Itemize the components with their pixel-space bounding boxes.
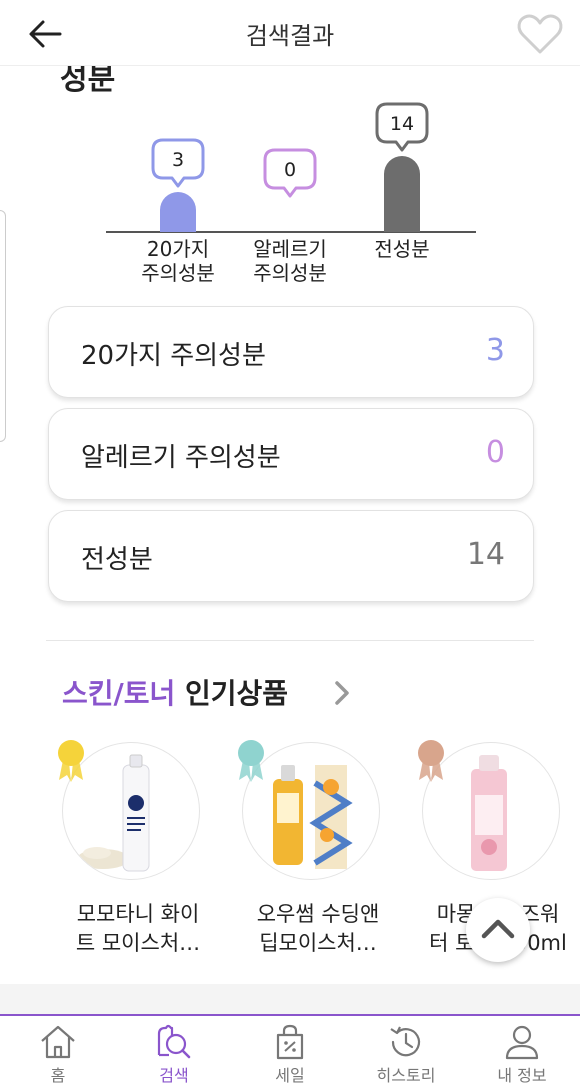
all-ingredients-card[interactable]: 전성분 14 <box>48 510 534 602</box>
chart-data-label: 0 <box>284 159 296 181</box>
card-label: 알레르기 주의성분 <box>81 443 281 473</box>
popular-section-title[interactable]: 스킨/토너 인기상품 <box>62 672 288 712</box>
product-name: 모모타니 화이 트 모이스처… <box>58 900 218 958</box>
chart-category-label: 20가지 <box>147 237 209 261</box>
bottom-navigation: 홈 검색 세일 히스토리 내 정보 <box>0 1014 580 1085</box>
nav-label: 세일 <box>275 1066 305 1085</box>
chevron-up-icon <box>481 919 515 939</box>
product-name-line: 딥모이스처… <box>259 931 377 955</box>
scroll-to-top-button[interactable] <box>466 898 530 962</box>
card-count: 3 <box>485 333 505 368</box>
chart-category-label: 전성분 <box>374 237 429 261</box>
nav-label: 히스토리 <box>376 1066 436 1085</box>
chart-category-label: 알레르기 <box>253 237 327 261</box>
card-label: 전성분 <box>81 545 153 575</box>
card-count: 14 <box>466 537 505 572</box>
divider <box>46 640 534 641</box>
nav-label: 홈 <box>50 1066 66 1085</box>
bronze-medal-icon <box>418 740 444 782</box>
product-name: 오우썸 수딩앤 딥모이스처… <box>238 900 398 958</box>
nav-sale[interactable]: 세일 <box>232 1016 348 1085</box>
user-icon <box>505 1025 539 1060</box>
gold-medal-icon <box>58 740 84 782</box>
home-icon <box>41 1025 75 1059</box>
chart-data-label: 3 <box>172 149 184 171</box>
product-name-line: 트 모이스처… <box>75 931 201 955</box>
nav-label: 내 정보 <box>497 1066 547 1085</box>
page-title: 검색결과 <box>245 22 335 50</box>
product-name-line: 모모타니 화이 <box>76 902 200 926</box>
ingredient-chart: 320가지주의성분0알레르기주의성분14전성분 <box>106 102 476 285</box>
chart-bar <box>160 192 196 232</box>
card-label: 20가지 주의성분 <box>81 341 266 371</box>
edge-drawer-handle[interactable] <box>0 210 6 442</box>
chart-category-label: 주의성분 <box>253 261 327 285</box>
caution-20-card[interactable]: 20가지 주의성분 3 <box>48 306 534 398</box>
sale-bag-icon <box>276 1024 304 1060</box>
chart-data-label: 14 <box>390 113 414 135</box>
history-icon <box>390 1026 421 1057</box>
section-spacer <box>0 984 580 1014</box>
nav-home[interactable]: 홈 <box>0 1016 116 1085</box>
heart-outline-icon[interactable] <box>516 12 564 56</box>
product-name-line: 오우썸 수딩앤 <box>256 902 380 926</box>
silver-medal-icon <box>238 740 264 782</box>
category-name: 스킨/토너 <box>62 677 176 710</box>
search-icon <box>157 1024 191 1059</box>
chart-bar <box>384 156 420 232</box>
nav-search[interactable]: 검색 <box>116 1016 232 1085</box>
chart-category-label: 주의성분 <box>141 261 215 285</box>
allergy-caution-card[interactable]: 알레르기 주의성분 0 <box>48 408 534 500</box>
nav-history[interactable]: 히스토리 <box>348 1016 464 1085</box>
chevron-right-icon[interactable] <box>332 678 352 708</box>
app-header: 검색결과 <box>0 0 580 66</box>
popular-label: 인기상품 <box>175 677 289 710</box>
nav-my-info[interactable]: 내 정보 <box>464 1016 580 1085</box>
nav-label: 검색 <box>159 1066 189 1085</box>
card-count: 0 <box>485 435 505 470</box>
